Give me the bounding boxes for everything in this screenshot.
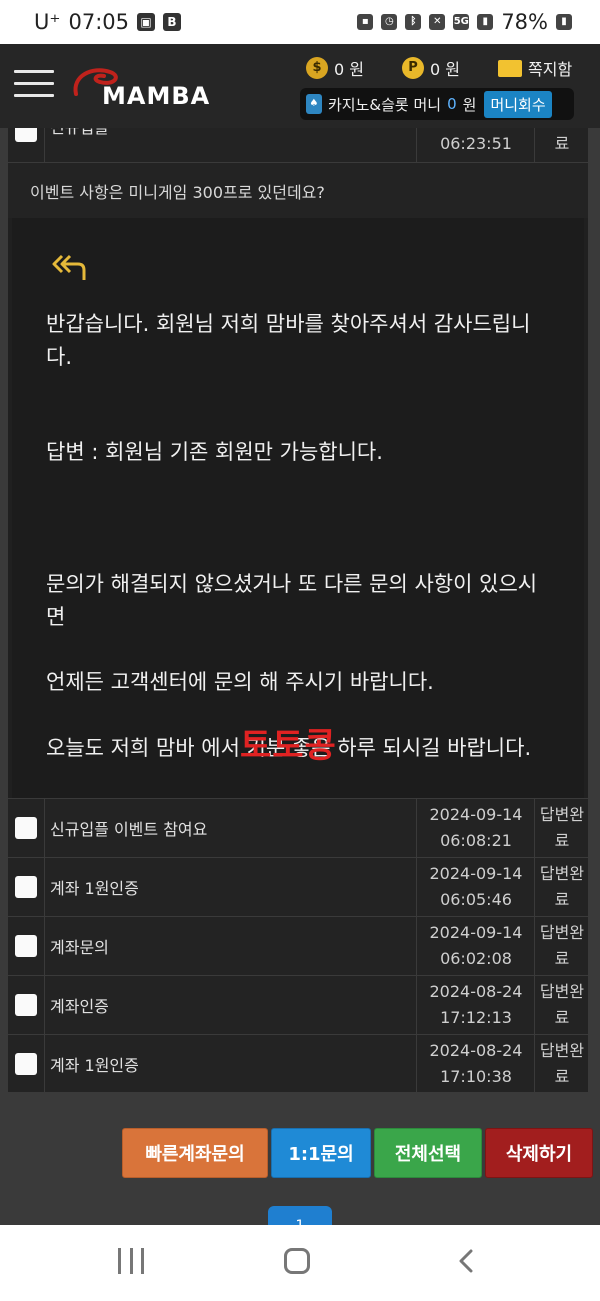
answer-followup: 문의가 해결되지 않으셨거나 또 다른 문의 사항이 있으시면 xyxy=(46,572,538,629)
point-coin-icon: P xyxy=(402,57,424,79)
row-title[interactable]: 신규입플 xyxy=(44,128,416,162)
carrier-label: U⁺ xyxy=(34,10,61,34)
row-title[interactable]: 계좌 1원인증 xyxy=(44,1035,416,1092)
row-date: 0 06:23:51 xyxy=(416,128,535,162)
row-date: 2024-09-14 06:08:21 xyxy=(416,799,535,857)
row-date: 2024-09-14 06:05:46 xyxy=(416,858,535,916)
row-status: 0 료 xyxy=(534,128,589,162)
balance-cash-value: 0 원 xyxy=(334,60,364,79)
table-row[interactable]: 계좌문의 2024-09-14 06:02:08 답변완 료 xyxy=(8,916,588,975)
row-checkbox-cell[interactable] xyxy=(8,128,44,162)
bluetooth-icon: ᛒ xyxy=(405,14,422,30)
row-title[interactable]: 계좌인증 xyxy=(44,976,416,1034)
casino-money-label: 카지노&슬롯 머니 xyxy=(328,95,442,114)
balance-cash[interactable]: $ 0 원 xyxy=(306,56,364,80)
row-status: 답변완 료 xyxy=(534,1035,589,1092)
row-title[interactable]: 신규입플 이벤트 참여요 xyxy=(44,799,416,857)
row-checkbox[interactable] xyxy=(15,876,37,898)
table-row[interactable]: 계좌 1원인증 2024-08-24 17:10:38 답변완 료 xyxy=(8,1034,588,1093)
inquiry-list: 신규입플 0 06:23:51 0 료 이벤트 사항은 미니게임 300프로 있… xyxy=(0,128,600,1225)
android-nav-bar xyxy=(0,1225,600,1301)
sim-icon: ▪ xyxy=(357,14,374,30)
messages-label: 쪽지함 xyxy=(528,60,573,79)
clock: 07:05 xyxy=(68,10,129,34)
quick-account-inquiry-button[interactable]: 빠른계좌문의 xyxy=(122,1128,268,1178)
reply-arrow-icon xyxy=(52,254,86,280)
table-row[interactable]: 신규입플 0 06:23:51 0 료 xyxy=(8,128,588,162)
row-checkbox[interactable] xyxy=(15,128,37,142)
row-date: 2024-09-14 06:02:08 xyxy=(416,917,535,975)
casino-money-bar: ♠ 카지노&슬롯 머니 0 원 머니회수 xyxy=(300,88,574,120)
row-status: 답변완 료 xyxy=(534,976,589,1034)
inquiry-question: 이벤트 사항은 미니게임 300프로 있던데요? xyxy=(8,162,588,218)
retrieve-money-button[interactable]: 머니회수 xyxy=(484,90,552,118)
row-status: 답변완 료 xyxy=(534,917,589,975)
one-to-one-inquiry-button[interactable]: 1:1문의 xyxy=(271,1128,371,1178)
b-app-icon: B xyxy=(163,13,181,31)
table-row[interactable]: 계좌인증 2024-08-24 17:12:13 답변완 료 xyxy=(8,975,588,1034)
battery-icon: ▮ xyxy=(556,14,572,30)
table-row[interactable]: 신규입플 이벤트 참여요 2024-09-14 06:08:21 답변완 료 xyxy=(8,798,588,857)
row-checkbox[interactable] xyxy=(15,1052,37,1075)
balance-point[interactable]: P 0 원 xyxy=(402,56,460,80)
money-bag-icon: $ xyxy=(306,57,328,79)
answer-panel: 반갑습니다. 회원님 저희 맘바를 찾아주셔서 감사드립니다. 답변 : 회원님… xyxy=(8,218,588,798)
row-status: 답변완 료 xyxy=(534,858,589,916)
status-right: ▪ ◷ ᛒ ✕ 5G ▮ 78% ▮ xyxy=(357,10,572,34)
messages-link[interactable]: 쪽지함 xyxy=(498,56,572,80)
answer-contact: 언제든 고객센터에 문의 해 주시기 바랍니다. xyxy=(46,670,434,694)
status-left: U⁺ 07:05 ▣ B xyxy=(34,10,181,34)
site-header: MAMBA $ 0 원 P 0 원 쪽지함 ♠ 카지노&슬롯 머니 0 원 머니… xyxy=(0,44,600,128)
row-date: 2024-08-24 17:10:38 xyxy=(416,1035,535,1092)
row-checkbox[interactable] xyxy=(15,935,37,957)
row-date: 2024-08-24 17:12:13 xyxy=(416,976,535,1034)
back-icon[interactable] xyxy=(458,1249,474,1273)
mamba-logo[interactable]: MAMBA xyxy=(70,64,230,112)
gallery-icon: ▣ xyxy=(137,13,155,31)
table-row[interactable]: 계좌 1원인증 2024-09-14 06:05:46 답변완 료 xyxy=(8,857,588,916)
watermark-text: 토토콩 xyxy=(240,726,337,766)
pagination-page-1[interactable]: 1 xyxy=(268,1206,332,1225)
battery-label: 78% xyxy=(501,10,548,34)
status-bar: U⁺ 07:05 ▣ B ▪ ◷ ᛒ ✕ 5G ▮ 78% ▮ xyxy=(0,0,600,44)
balance-point-value: 0 원 xyxy=(430,60,460,79)
row-title[interactable]: 계좌문의 xyxy=(44,917,416,975)
casino-money-unit: 원 xyxy=(462,95,477,114)
logo-text: MAMBA xyxy=(102,82,211,110)
card-icon: ♠ xyxy=(306,94,322,114)
row-title[interactable]: 계좌 1원인증 xyxy=(44,858,416,916)
row-checkbox[interactable] xyxy=(15,817,37,839)
mute-icon: ✕ xyxy=(429,14,446,30)
alarm-icon: ◷ xyxy=(381,14,398,30)
casino-money-amount: 0 xyxy=(447,95,457,113)
envelope-icon xyxy=(498,59,522,77)
row-checkbox[interactable] xyxy=(15,994,37,1016)
network-5g-icon: 5G xyxy=(453,14,470,30)
row-status: 답변완 료 xyxy=(534,799,589,857)
answer-main: 답변 : 회원님 기존 회원만 가능합니다. xyxy=(46,440,383,464)
menu-icon[interactable] xyxy=(14,70,54,98)
answer-greeting: 반갑습니다. 회원님 저희 맘바를 찾아주셔서 감사드립니다. xyxy=(46,312,531,369)
home-icon[interactable] xyxy=(284,1248,310,1274)
select-all-button[interactable]: 전체선택 xyxy=(374,1128,482,1178)
recent-apps-icon[interactable] xyxy=(118,1248,144,1274)
delete-button[interactable]: 삭제하기 xyxy=(485,1128,593,1178)
signal-icon: ▮ xyxy=(477,14,494,30)
